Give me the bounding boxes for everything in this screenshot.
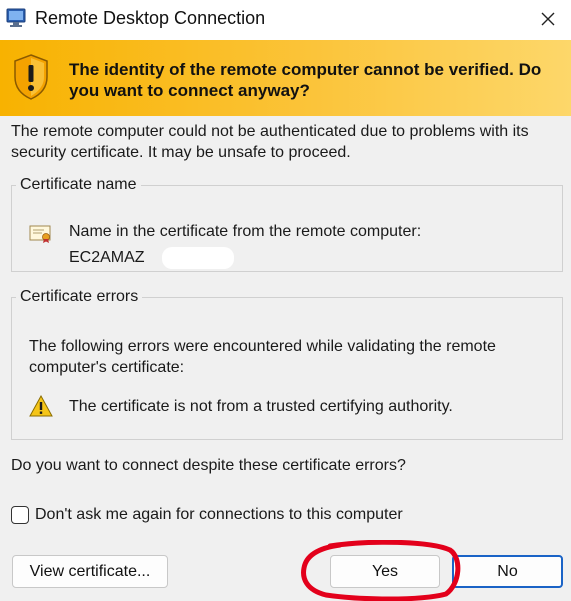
view-certificate-button[interactable]: View certificate... — [12, 555, 168, 588]
close-button[interactable] — [525, 0, 571, 38]
certificate-errors-group: Certificate errors The following errors … — [11, 288, 563, 440]
certificate-name-value: EC2AMAZ — [69, 249, 145, 266]
title-bar: Remote Desktop Connection — [0, 0, 571, 40]
certificate-name-group: Certificate name Name in the certificate… — [11, 176, 563, 272]
redaction-mark — [162, 247, 234, 269]
remote-desktop-icon — [6, 8, 26, 27]
dont-ask-again-option[interactable]: Don't ask me again for connections to th… — [11, 504, 403, 526]
certificate-error-item: The certificate is not from a trusted ce… — [69, 398, 453, 415]
intro-text: The remote computer could not be authent… — [11, 123, 529, 161]
warning-shield-icon — [14, 54, 48, 100]
warning-icon — [29, 395, 53, 417]
certificate-icon — [29, 225, 51, 243]
yes-button[interactable]: Yes — [330, 555, 440, 588]
certificate-name-legend: Certificate name — [20, 176, 137, 193]
warning-banner: The identity of the remote computer cann… — [0, 40, 571, 116]
certificate-errors-intro: The following errors were encountered wh… — [29, 338, 496, 376]
window-title: Remote Desktop Connection — [35, 8, 266, 28]
banner-message: The identity of the remote computer cann… — [69, 60, 542, 100]
confirm-question: Do you want to connect despite these cer… — [11, 457, 406, 474]
close-icon — [541, 12, 555, 26]
certificate-name-label: Name in the certificate from the remote … — [69, 223, 422, 240]
dont-ask-again-checkbox[interactable] — [11, 506, 29, 524]
no-button[interactable]: No — [452, 555, 563, 588]
dont-ask-again-label[interactable]: Don't ask me again for connections to th… — [35, 506, 403, 524]
certificate-errors-legend: Certificate errors — [20, 288, 139, 305]
